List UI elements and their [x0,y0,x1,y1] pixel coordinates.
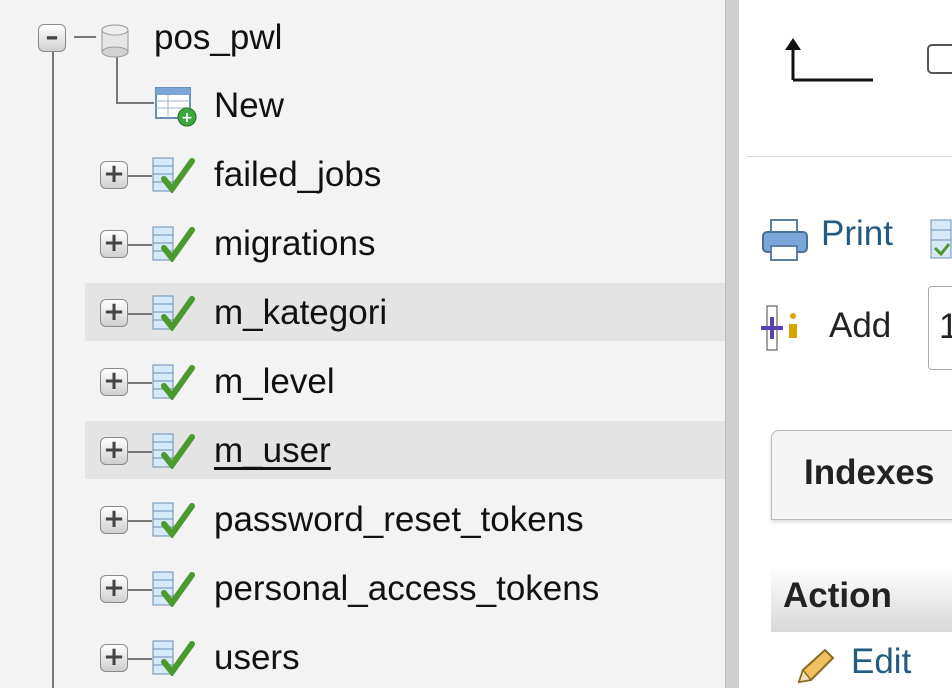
table-icon [152,502,195,538]
new-label[interactable]: New [214,86,284,126]
table-icon [152,364,195,400]
check-all-checkbox[interactable] [927,44,952,74]
new-table-icon: + [155,87,197,127]
indexes-section-header[interactable]: Indexes [771,430,952,520]
table-name[interactable]: m_kategori [214,293,387,333]
table-row-users[interactable]: + users [0,628,725,686]
add-column-icon [761,305,797,351]
database-name[interactable]: pos_pwl [154,18,282,58]
expand-icon[interactable]: + [100,230,128,258]
print-label[interactable]: Print [821,214,893,254]
tree-connector [128,175,152,177]
table-name[interactable]: personal_access_tokens [214,569,599,609]
expand-icon[interactable]: + [100,506,128,534]
indexes-table-header: Action [771,566,952,632]
tree-connector [128,244,152,246]
table-icon [152,640,195,676]
table-icon [152,433,195,469]
table-row-m-level[interactable]: + m_level [0,352,725,410]
main-content: Print Add 1 Indexes Action Edit [739,0,952,688]
tree-connector [128,313,152,315]
database-row[interactable]: – pos_pwl [0,8,725,66]
table-row-m-user[interactable]: + m_user [85,421,725,479]
table-row-failed-jobs[interactable]: + failed_jobs [0,145,725,203]
database-icon [101,24,129,58]
expand-icon[interactable]: + [100,644,128,672]
tree-connector [128,520,152,522]
navigation-tree: – pos_pwl + New + failed_jobs + migratio… [0,0,725,688]
table-icon [152,226,195,262]
table-row-password-reset-tokens[interactable]: + password_reset_tokens [0,490,725,548]
indexes-label: Indexes [804,453,935,492]
table-name[interactable]: migrations [214,224,375,264]
table-icon [152,571,195,607]
check-all-arrow-icon [785,38,873,82]
table-name[interactable]: m_user [214,431,331,471]
table-name[interactable]: failed_jobs [214,155,381,195]
collapse-icon[interactable]: – [38,24,66,52]
table-icon [152,157,195,193]
propose-structure-icon [930,219,952,259]
tree-connector [128,589,152,591]
expand-icon[interactable]: + [100,368,128,396]
new-table-row[interactable]: + New [0,76,725,134]
expand-icon[interactable]: + [100,437,128,465]
divider [747,156,952,157]
edit-label[interactable]: Edit [851,642,911,682]
add-count-value: 1 [939,307,952,346]
table-row-m-kategori[interactable]: + m_kategori [85,283,725,341]
table-row-personal-access-tokens[interactable]: + personal_access_tokens [0,559,725,617]
tree-connector [128,451,152,453]
expand-icon[interactable]: + [100,161,128,189]
add-columns-count-input[interactable]: 1 [928,286,952,370]
table-row-migrations[interactable]: + migrations [0,214,725,272]
add-label: Add [829,306,892,345]
table-name[interactable]: users [214,638,300,678]
svg-text:+: + [181,110,193,126]
printer-icon [762,219,808,261]
pencil-icon [797,648,835,684]
table-icon [152,295,195,331]
expand-icon[interactable]: + [100,575,128,603]
table-name[interactable]: password_reset_tokens [214,500,584,540]
table-name[interactable]: m_level [214,362,335,402]
pane-resize-handle[interactable] [725,0,739,688]
action-column-header: Action [783,576,892,615]
tree-connector [128,382,152,384]
expand-icon[interactable]: + [100,299,128,327]
tree-connector [128,658,152,660]
